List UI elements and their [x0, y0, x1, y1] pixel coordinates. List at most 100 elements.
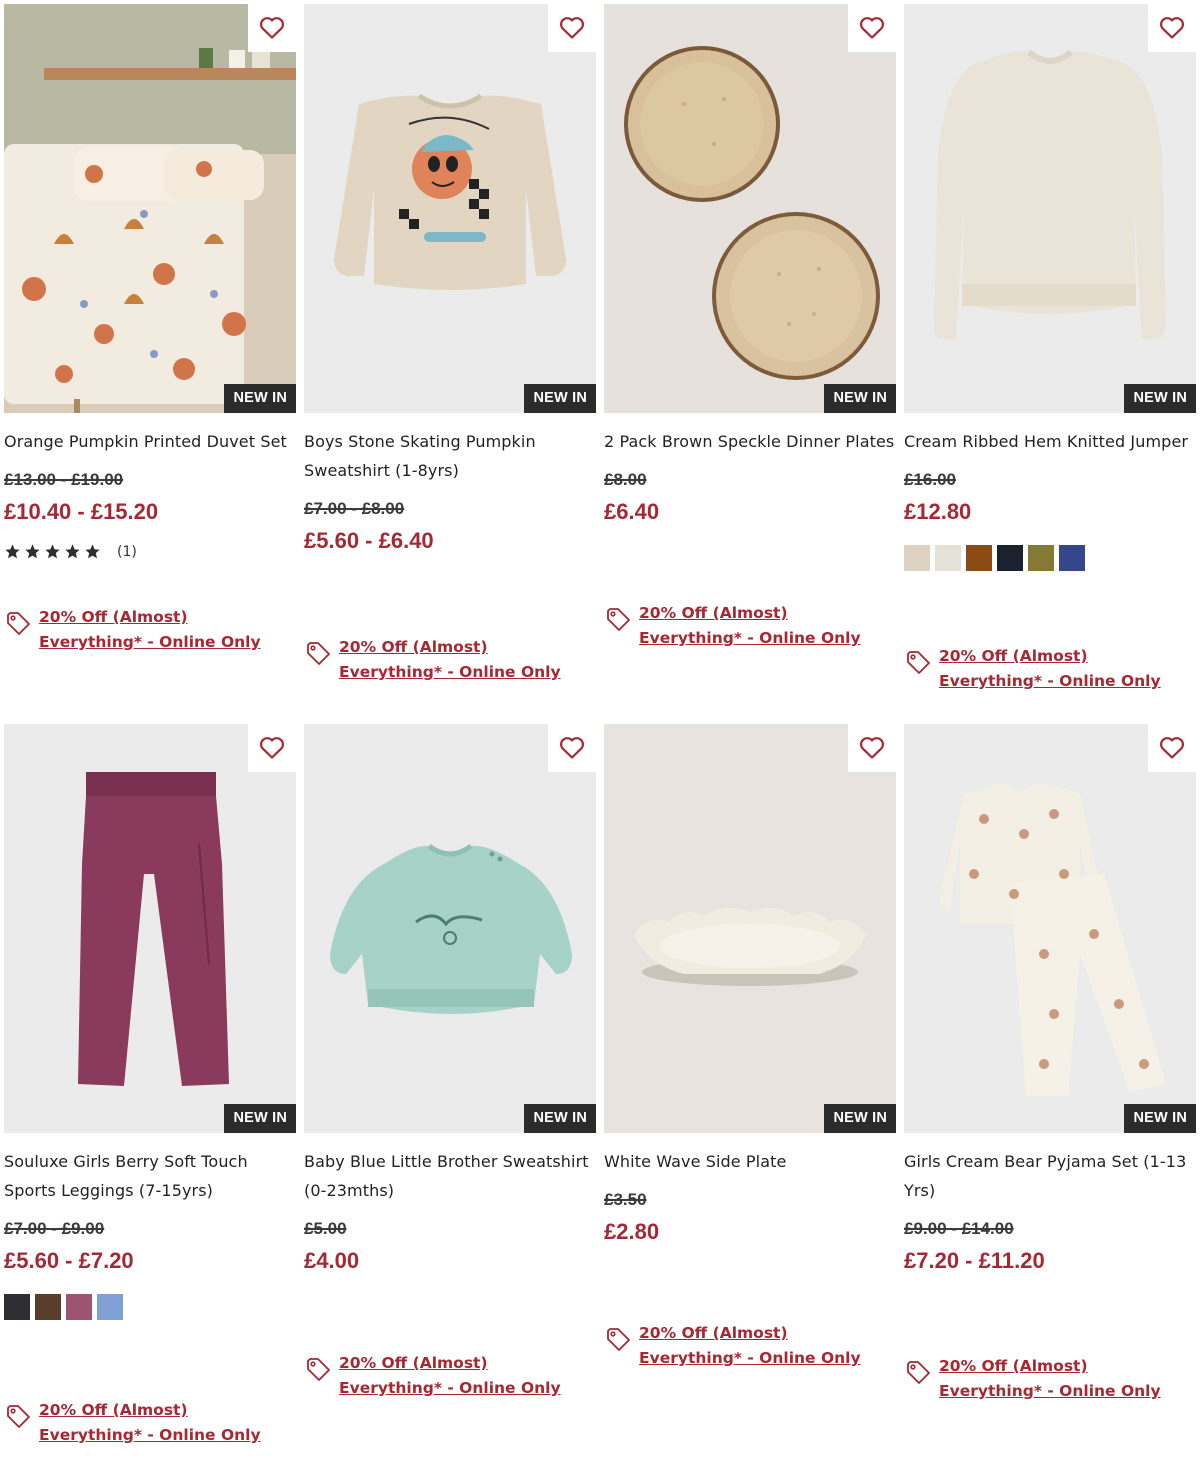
colour-swatch[interactable]	[35, 1294, 61, 1320]
rating[interactable]: (1)	[4, 543, 296, 560]
promo-link[interactable]: 20% Off (Almost) Everything* - Online On…	[939, 644, 1179, 694]
promo[interactable]: 20% Off (Almost) Everything* - Online On…	[304, 635, 579, 685]
new-in-badge: NEW IN	[824, 384, 896, 413]
promo[interactable]: 20% Off (Almost) Everything* - Online On…	[604, 1321, 879, 1371]
sale-price: £6.40	[604, 499, 660, 524]
product-card[interactable]: NEW IN Girls Cream Bear Pyjama Set (1-13…	[904, 724, 1196, 1449]
dinner-plates-image	[604, 4, 896, 413]
heart-icon	[859, 737, 885, 759]
product-card[interactable]: NEW IN Boys Stone Skating Pumpkin Sweats…	[304, 4, 596, 724]
product-title[interactable]: Orange Pumpkin Printed Duvet Set	[4, 427, 296, 456]
product-title[interactable]: Girls Cream Bear Pyjama Set (1-13 Yrs)	[904, 1147, 1196, 1205]
side-plate-image	[604, 724, 896, 1133]
original-price: £13.00 - £19.00	[4, 470, 124, 489]
price-tag-icon	[907, 651, 930, 674]
product-title[interactable]: Baby Blue Little Brother Sweatshirt (0-2…	[304, 1147, 596, 1205]
colour-swatch[interactable]	[966, 545, 992, 571]
review-count: (1)	[117, 543, 137, 560]
promo[interactable]: 20% Off (Almost) Everything* - Online On…	[604, 601, 879, 651]
new-in-badge: NEW IN	[1124, 1104, 1196, 1133]
price-tag-icon	[7, 1405, 30, 1428]
product-card[interactable]: NEW IN White Wave Side Plate £3.50 £2.80…	[604, 724, 896, 1449]
product-title[interactable]: Souluxe Girls Berry Soft Touch Sports Le…	[4, 1147, 296, 1205]
colour-swatch[interactable]	[97, 1294, 123, 1320]
promo[interactable]: 20% Off (Almost) Everything* - Online On…	[4, 605, 279, 655]
product-image[interactable]: NEW IN	[304, 724, 596, 1133]
price-tag-icon	[307, 1358, 330, 1381]
product-image[interactable]: NEW IN	[304, 4, 596, 413]
new-in-badge: NEW IN	[224, 1104, 296, 1133]
colour-swatch[interactable]	[1059, 545, 1085, 571]
colour-swatch[interactable]	[1028, 545, 1054, 571]
pyjama-image	[904, 724, 1196, 1133]
new-in-badge: NEW IN	[224, 384, 296, 413]
product-grid: NEW IN Orange Pumpkin Printed Duvet Set …	[4, 4, 1196, 1449]
original-price: £16.00	[904, 470, 956, 489]
product-card[interactable]: NEW IN Souluxe Girls Berry Soft Touch Sp…	[4, 724, 296, 1449]
wishlist-button[interactable]	[848, 724, 896, 772]
heart-icon	[559, 17, 585, 39]
product-image[interactable]: NEW IN	[4, 724, 296, 1133]
colour-swatch[interactable]	[904, 545, 930, 571]
promo-link[interactable]: 20% Off (Almost) Everything* - Online On…	[39, 605, 279, 655]
promo[interactable]: 20% Off (Almost) Everything* - Online On…	[904, 644, 1179, 694]
promo[interactable]: 20% Off (Almost) Everything* - Online On…	[304, 1351, 579, 1401]
wishlist-button[interactable]	[548, 724, 596, 772]
product-card[interactable]: NEW IN 2 Pack Brown Speckle Dinner Plate…	[604, 4, 896, 724]
original-price: £7.00 - £8.00	[304, 499, 405, 518]
wishlist-button[interactable]	[848, 4, 896, 52]
product-image[interactable]: NEW IN	[904, 724, 1196, 1133]
sweatshirt-image	[304, 4, 596, 413]
heart-icon	[259, 17, 285, 39]
product-title[interactable]: White Wave Side Plate	[604, 1147, 896, 1176]
product-image[interactable]: NEW IN	[604, 4, 896, 413]
promo[interactable]: 20% Off (Almost) Everything* - Online On…	[4, 1398, 279, 1448]
colour-swatch[interactable]	[4, 1294, 30, 1320]
heart-icon	[859, 17, 885, 39]
product-title[interactable]: Cream Ribbed Hem Knitted Jumper	[904, 427, 1196, 456]
colour-swatches	[4, 1294, 296, 1320]
sale-price: £5.60 - £6.40	[304, 528, 434, 553]
product-image[interactable]: NEW IN	[604, 724, 896, 1133]
product-card[interactable]: NEW IN Cream Ribbed Hem Knitted Jumper £…	[904, 4, 1196, 724]
sale-price: £12.80	[904, 499, 972, 524]
product-card[interactable]: NEW IN Baby Blue Little Brother Sweatshi…	[304, 724, 596, 1449]
colour-swatch[interactable]	[935, 545, 961, 571]
promo-link[interactable]: 20% Off (Almost) Everything* - Online On…	[339, 1351, 579, 1401]
new-in-badge: NEW IN	[824, 1104, 896, 1133]
original-price: £3.50	[604, 1190, 647, 1209]
original-price: £5.00	[304, 1219, 347, 1238]
star-icon	[5, 544, 20, 559]
star-icon	[25, 544, 40, 559]
product-image[interactable]: NEW IN	[4, 4, 296, 413]
promo-link[interactable]: 20% Off (Almost) Everything* - Online On…	[639, 601, 879, 651]
jumper-image	[904, 4, 1196, 413]
sale-price: £2.80	[604, 1219, 660, 1244]
promo-link[interactable]: 20% Off (Almost) Everything* - Online On…	[339, 635, 579, 685]
price-tag-icon	[7, 612, 30, 635]
sale-price: £10.40 - £15.20	[4, 499, 159, 524]
price-tag-icon	[607, 608, 630, 631]
new-in-badge: NEW IN	[524, 384, 596, 413]
original-price: £7.00 - £9.00	[4, 1219, 105, 1238]
promo[interactable]: 20% Off (Almost) Everything* - Online On…	[904, 1354, 1179, 1404]
colour-swatch[interactable]	[997, 545, 1023, 571]
wishlist-button[interactable]	[1148, 4, 1196, 52]
product-image[interactable]: NEW IN	[904, 4, 1196, 413]
new-in-badge: NEW IN	[1124, 384, 1196, 413]
colour-swatch[interactable]	[66, 1294, 92, 1320]
product-title[interactable]: 2 Pack Brown Speckle Dinner Plates	[604, 427, 896, 456]
heart-icon	[259, 737, 285, 759]
promo-link[interactable]: 20% Off (Almost) Everything* - Online On…	[39, 1398, 279, 1448]
promo-link[interactable]: 20% Off (Almost) Everything* - Online On…	[939, 1354, 1179, 1404]
wishlist-button[interactable]	[1148, 724, 1196, 772]
product-card[interactable]: NEW IN Orange Pumpkin Printed Duvet Set …	[4, 4, 296, 724]
product-title[interactable]: Boys Stone Skating Pumpkin Sweatshirt (1…	[304, 427, 596, 485]
new-in-badge: NEW IN	[524, 1104, 596, 1133]
heart-icon	[1159, 17, 1185, 39]
wishlist-button[interactable]	[548, 4, 596, 52]
wishlist-button[interactable]	[248, 724, 296, 772]
wishlist-button[interactable]	[248, 4, 296, 52]
promo-link[interactable]: 20% Off (Almost) Everything* - Online On…	[639, 1321, 879, 1371]
heart-icon	[1159, 737, 1185, 759]
